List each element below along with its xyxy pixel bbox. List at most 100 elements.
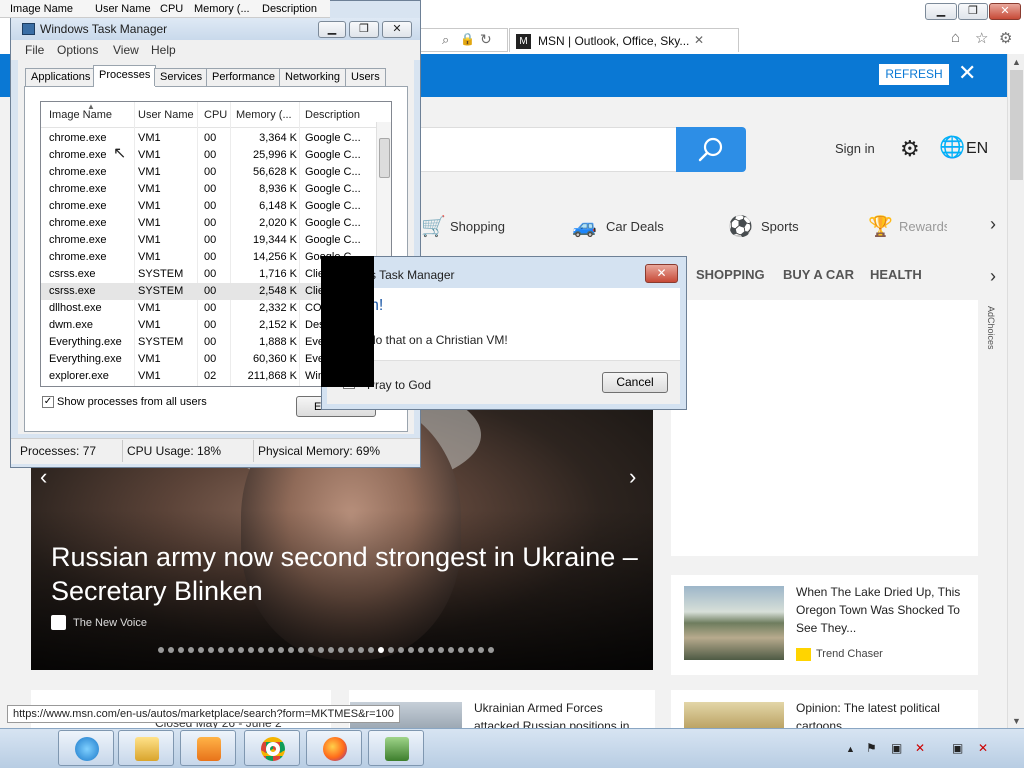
carousel-dot[interactable] [448, 647, 454, 653]
ad-slot[interactable] [671, 300, 978, 556]
page-scrollbar[interactable]: ▲ ▼ [1007, 54, 1024, 730]
volume-muted-icon[interactable]: ✕ [978, 741, 988, 755]
globe-icon[interactable]: 🌐 [939, 136, 965, 160]
carousel-dot[interactable] [418, 647, 424, 653]
menu-file[interactable]: File [25, 43, 44, 57]
sign-in-link[interactable]: Sign in [835, 141, 875, 156]
column-cpu[interactable]: CPU [204, 109, 227, 121]
carousel-dot[interactable] [328, 647, 334, 653]
taskbar-chrome-button[interactable] [244, 730, 300, 766]
taskbar-taskmanager-button[interactable] [368, 730, 424, 766]
volume-muted-icon[interactable]: ✕ [915, 741, 925, 755]
browser-close-button[interactable]: ✕ [989, 3, 1021, 20]
carousel-dot[interactable] [158, 647, 164, 653]
flag-icon[interactable]: ⚑ [866, 741, 877, 755]
card-headline[interactable]: When The Lake Dried Up, This Oregon Town… [796, 583, 966, 637]
carousel-dot[interactable] [298, 647, 304, 653]
process-row[interactable]: chrome.exe VM1 00 3,364 K Google C... [41, 130, 377, 147]
process-row[interactable]: chrome.exe VM1 00 25,996 K Google C... [41, 147, 377, 164]
process-row[interactable]: chrome.exe VM1 00 6,148 K Google C... [41, 198, 377, 215]
carousel-dot[interactable] [178, 647, 184, 653]
carousel-dot[interactable] [368, 647, 374, 653]
taskbar-explorer-button[interactable] [118, 730, 174, 766]
language-selector[interactable]: EN [966, 140, 988, 158]
browser-maximize-button[interactable]: ❐ [958, 3, 988, 20]
carousel-dot[interactable] [238, 647, 244, 653]
column-memory[interactable]: Memory (... [236, 109, 292, 121]
taskbar-ie-button[interactable] [58, 730, 114, 766]
carousel-dot[interactable] [268, 647, 274, 653]
category-shopping[interactable]: SHOPPING [696, 267, 765, 282]
taskbar-firefox-button[interactable] [306, 730, 362, 766]
tab-networking[interactable]: Networking [279, 68, 347, 86]
carousel-dot[interactable] [188, 647, 194, 653]
carousel-dot[interactable] [228, 647, 234, 653]
tab-users[interactable]: Users [345, 68, 386, 86]
carousel-dot[interactable] [438, 647, 444, 653]
tab-applications[interactable]: Applications [25, 68, 97, 86]
taskbar-media-button[interactable] [180, 730, 236, 766]
refresh-icon[interactable]: ↻ [480, 31, 492, 48]
banner-close-icon[interactable]: ✕ [958, 60, 976, 86]
tm-minimize-button[interactable]: ▁ [318, 21, 346, 38]
carousel-dot[interactable] [488, 647, 494, 653]
category-buy-a-car[interactable]: BUY A CAR [783, 267, 854, 282]
carousel-dot[interactable] [388, 647, 394, 653]
column-image-name[interactable]: Image Name [49, 109, 112, 121]
carousel-dot[interactable] [428, 647, 434, 653]
column-user-name[interactable]: User Name [138, 109, 194, 121]
menu-options[interactable]: Options [57, 43, 98, 57]
tm-maximize-button[interactable]: ❐ [349, 21, 379, 38]
tm-close-button[interactable]: ✕ [382, 21, 412, 38]
carousel-dot[interactable] [348, 647, 354, 653]
nav-next-icon[interactable]: › [990, 214, 996, 235]
carousel-dot[interactable] [458, 647, 464, 653]
tab-services[interactable]: Services [154, 68, 209, 86]
category-health[interactable]: HEALTH [870, 267, 922, 282]
carousel-dots[interactable] [158, 647, 494, 653]
gear-icon[interactable]: ⚙ [999, 29, 1012, 47]
dialog-cancel-button[interactable]: Cancel [602, 372, 668, 393]
carousel-dot[interactable] [318, 647, 324, 653]
menu-view[interactable]: View [113, 43, 139, 57]
refresh-button[interactable]: REFRESH [879, 64, 949, 85]
address-bar[interactable]: ⌕ 🔒 ↻ [420, 28, 508, 52]
carousel-dot[interactable] [218, 647, 224, 653]
nav-rewards[interactable]: Rewards [899, 219, 947, 234]
carousel-dot[interactable] [278, 647, 284, 653]
home-icon[interactable]: ⌂ [951, 29, 960, 46]
lock-icon[interactable]: 🔒 [460, 32, 475, 46]
carousel-dot[interactable] [358, 647, 364, 653]
nav-sports[interactable]: Sports [761, 219, 799, 234]
adchoices-label[interactable]: AdChoices [978, 306, 996, 376]
carousel-dot[interactable] [258, 647, 264, 653]
scroll-up-icon[interactable]: ▲ [1012, 57, 1021, 67]
star-icon[interactable]: ☆ [975, 29, 988, 47]
carousel-dot[interactable] [308, 647, 314, 653]
tab-performance[interactable]: Performance [206, 68, 281, 86]
scrollbar-thumb[interactable] [1010, 70, 1023, 180]
network-icon[interactable]: ▣ [891, 741, 902, 755]
carousel-dot[interactable] [468, 647, 474, 653]
nav-shopping[interactable]: Shopping [450, 219, 505, 234]
scrollbar-thumb[interactable] [379, 138, 390, 178]
hero-headline[interactable]: Russian army now second strongest in Ukr… [51, 540, 651, 608]
carousel-next-icon[interactable]: › [629, 464, 636, 490]
network-icon[interactable]: ▣ [952, 741, 963, 755]
category-next-icon[interactable]: › [990, 266, 996, 287]
dialog-close-button[interactable]: ✕ [645, 264, 678, 283]
process-row[interactable]: chrome.exe VM1 00 8,936 K Google C... [41, 181, 377, 198]
carousel-dot[interactable] [168, 647, 174, 653]
settings-gear-icon[interactable]: ⚙ [900, 136, 920, 162]
carousel-dot[interactable] [288, 647, 294, 653]
carousel-dot[interactable] [208, 647, 214, 653]
column-description[interactable]: Description [305, 109, 360, 121]
search-input[interactable] [420, 127, 676, 172]
tab-processes[interactable]: Processes [93, 65, 157, 87]
menu-help[interactable]: Help [151, 43, 176, 57]
carousel-dot[interactable] [198, 647, 204, 653]
carousel-dot[interactable] [338, 647, 344, 653]
search-button[interactable] [676, 127, 746, 172]
show-hidden-icons[interactable]: ▲ [846, 744, 855, 754]
process-row[interactable]: chrome.exe VM1 00 2,020 K Google C... [41, 215, 377, 232]
